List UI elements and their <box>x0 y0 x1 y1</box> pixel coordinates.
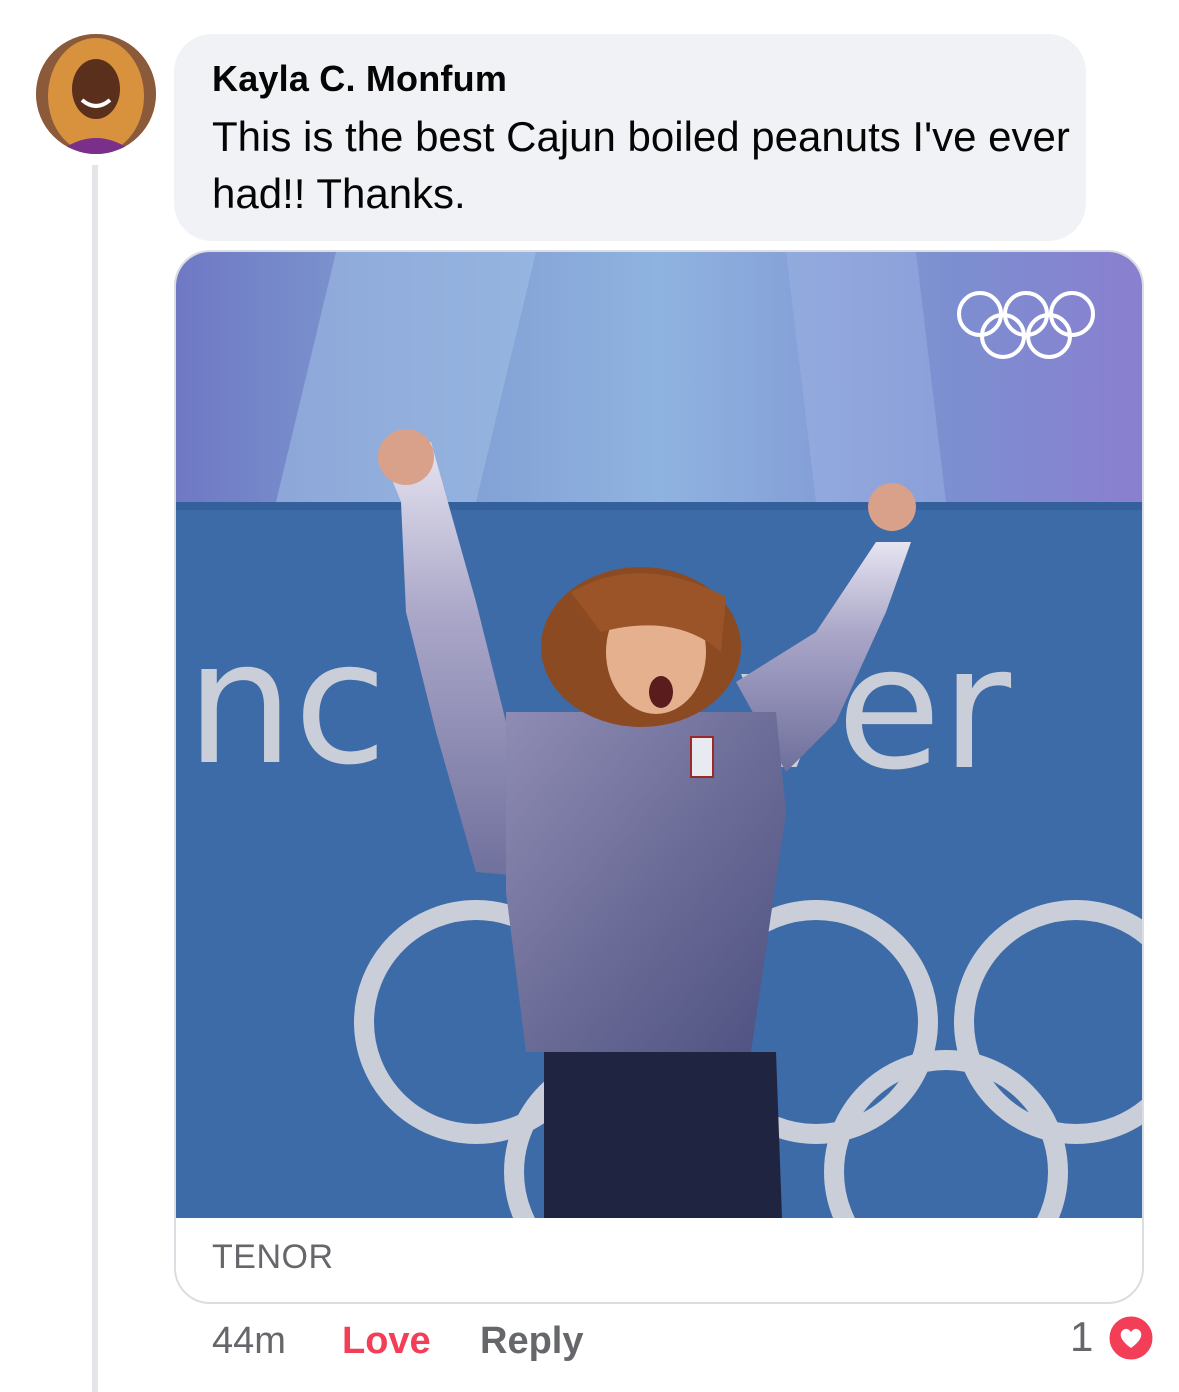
gif-image[interactable]: nc ver <box>176 252 1142 1218</box>
comment-bubble: Kayla C. Monfum This is the best Cajun b… <box>174 34 1086 241</box>
thread-line <box>92 165 98 1392</box>
comment-timestamp[interactable]: 44m <box>212 1316 286 1366</box>
reply-button[interactable]: Reply <box>480 1316 583 1366</box>
gif-frame: nc ver <box>176 252 1142 1218</box>
avatar-photo-icon <box>36 34 156 154</box>
gif-source-label: TENOR <box>212 1238 334 1276</box>
sign-text-left: nc <box>186 605 387 803</box>
love-button[interactable]: Love <box>342 1316 431 1366</box>
love-reaction-icon[interactable] <box>1106 1313 1156 1363</box>
comment-author[interactable]: Kayla C. Monfum <box>212 58 507 100</box>
avatar[interactable] <box>36 34 156 154</box>
gif-attachment[interactable]: nc ver TENOR <box>174 250 1144 1304</box>
reaction-count[interactable]: 1 <box>1070 1312 1093 1362</box>
comment-text: This is the best Cajun boiled peanuts I'… <box>212 113 1070 217</box>
